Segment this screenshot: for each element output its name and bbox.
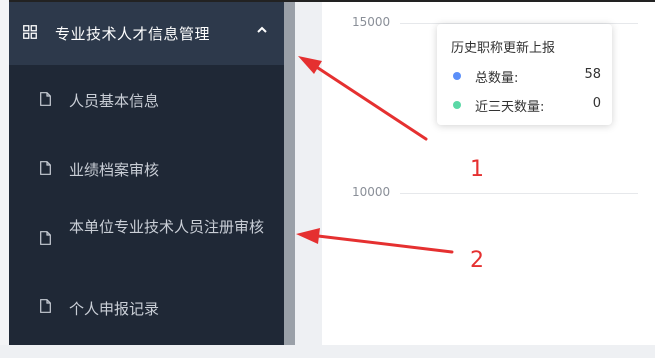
annotation-label-2: 2 [470, 248, 484, 273]
annotation-arrows [296, 56, 454, 254]
annotation-arrow-2 [296, 228, 454, 254]
annotation-label-1: 1 [470, 157, 484, 182]
annotation-arrow-1 [298, 56, 428, 141]
